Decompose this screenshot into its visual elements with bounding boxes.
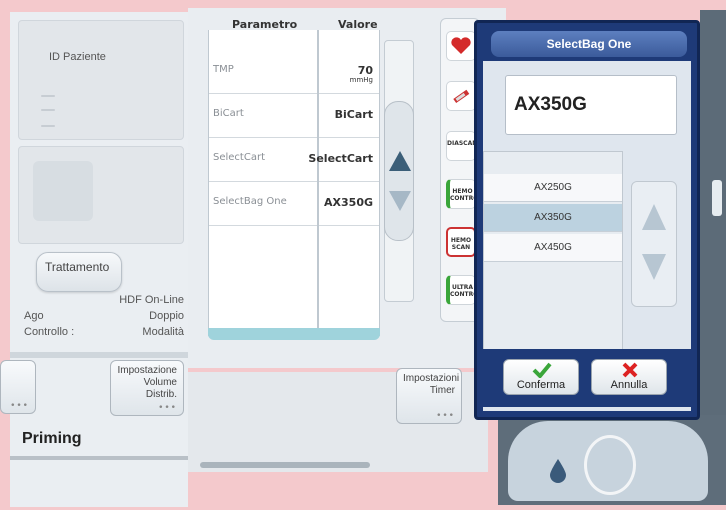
more-dots-icon: ••• — [10, 401, 29, 411]
timer-settings-label: Impostazioni Timer — [403, 373, 460, 396]
param-value: AX350G — [324, 196, 373, 209]
volume-distribution-button[interactable]: Impostazione Volume Distrib. ••• — [110, 360, 184, 416]
patient-info-box — [18, 146, 184, 244]
table-row[interactable]: AX350G — [319, 182, 379, 226]
ultracontrol-icon[interactable]: ULTRA CONTROL — [446, 275, 482, 305]
scroll-down-arrow-icon[interactable] — [387, 183, 413, 217]
side-handle — [712, 180, 722, 216]
needle-value: Doppio — [149, 310, 184, 322]
table-row[interactable]: BiCart — [319, 94, 379, 138]
treatment-button-label: Trattamento — [45, 260, 110, 274]
table-row[interactable]: TMP — [209, 50, 317, 94]
cancel-button[interactable]: Annulla — [591, 359, 667, 395]
control-label: Controllo : — [24, 326, 75, 338]
confirm-button[interactable]: Conferma — [503, 359, 579, 395]
placeholder-line — [41, 95, 55, 97]
list-item[interactable]: AX250G — [484, 174, 622, 202]
more-dots-icon: ••• — [158, 403, 177, 413]
syringe-icon[interactable] — [446, 81, 476, 111]
diascan-icon[interactable]: DIASCAN — [446, 131, 477, 161]
volume-distribution-label: Impostazione Volume Distrib. — [117, 365, 177, 400]
param-value: SelectCart — [308, 152, 373, 165]
device-panel — [498, 415, 726, 505]
dialog-title: SelectBag One — [491, 31, 687, 57]
treatment-mode: HDF On-Line — [119, 294, 184, 306]
param-name: SelectBag One — [213, 196, 287, 207]
divider — [10, 352, 188, 358]
options-scrollbar[interactable] — [631, 181, 677, 307]
table-scrollbar[interactable] — [384, 40, 414, 302]
right-edge — [700, 10, 726, 415]
hemocontrol-icon[interactable]: HEMO CONTROL — [446, 179, 482, 209]
progress-bar-track — [200, 462, 370, 468]
left-bottom-button[interactable]: ••• — [0, 360, 36, 414]
needle-label: Ago — [24, 310, 44, 322]
table-row[interactable]: BiCart — [209, 94, 317, 138]
table-row[interactable]: 70 mmHg — [319, 50, 379, 94]
drop-icon — [550, 459, 566, 483]
check-icon — [532, 362, 552, 378]
status-title: Priming — [22, 430, 82, 447]
avatar-placeholder — [33, 161, 93, 221]
scroll-down-arrow-icon[interactable] — [640, 248, 668, 284]
param-unit: mmHg — [349, 76, 373, 84]
status-divider — [10, 456, 188, 460]
selected-value-display: AX350G — [505, 75, 677, 135]
table-row[interactable]: SelectCart — [209, 138, 317, 182]
mode-label: Modalità — [142, 326, 184, 338]
confirm-label: Conferma — [516, 379, 566, 391]
placeholder-line — [41, 125, 55, 127]
patient-box: ID Paziente — [18, 20, 184, 140]
close-icon — [622, 362, 638, 378]
patient-id-label: ID Paziente — [49, 51, 106, 63]
device-knob — [584, 435, 636, 495]
placeholder-line — [41, 109, 55, 111]
param-name: BiCart — [213, 108, 244, 119]
options-list: AX250G AX350G AX450G — [483, 151, 623, 351]
param-name: SelectCart — [213, 152, 265, 163]
parameter-column: TMP BiCart SelectCart SelectBag One — [208, 30, 318, 336]
hemoscan-icon[interactable]: HEMO SCAN — [446, 227, 476, 257]
scroll-up-arrow-icon[interactable] — [387, 145, 413, 179]
selectbag-dialog: SelectBag One AX350G AX250G AX350G AX450… — [474, 20, 700, 420]
heart-icon[interactable] — [446, 31, 476, 61]
dialog-body: AX350G AX250G AX350G AX450G Conferma Ann… — [483, 61, 691, 411]
scroll-up-arrow-icon[interactable] — [640, 200, 668, 236]
list-item[interactable]: AX450G — [484, 234, 622, 262]
list-item[interactable]: AX350G — [484, 204, 622, 232]
value-column: 70 mmHg BiCart SelectCart AX350G — [308, 30, 380, 336]
param-value: BiCart — [334, 108, 373, 121]
table-row[interactable]: SelectCart — [308, 138, 379, 182]
table-footer — [208, 328, 380, 340]
device-knob-area — [508, 421, 708, 501]
param-name: TMP — [213, 64, 234, 75]
timer-settings-button[interactable]: Impostazioni Timer ••• — [396, 368, 462, 424]
table-row[interactable]: SelectBag One — [209, 182, 317, 226]
cancel-label: Annulla — [610, 379, 648, 391]
more-dots-icon: ••• — [436, 411, 455, 421]
treatment-button[interactable]: Trattamento — [36, 252, 122, 292]
